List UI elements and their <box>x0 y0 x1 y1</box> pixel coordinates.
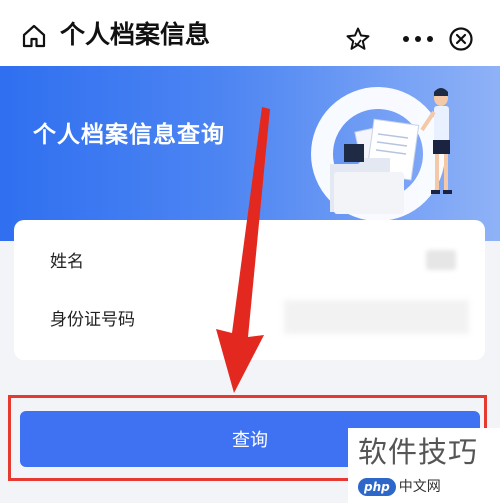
more-icon <box>403 36 433 42</box>
watermark-logo: php 中文网 <box>358 478 441 496</box>
watermark-site: 中文网 <box>398 479 441 495</box>
close-icon <box>449 27 473 51</box>
archive-illustration <box>311 87 452 221</box>
app-root: 个人档案信息 个人档案信息查询 姓名 身份证号码 查询 软件技巧 php 中文网 <box>0 0 500 503</box>
star-icon <box>346 27 370 50</box>
id-label: 身份证号码 <box>50 310 135 330</box>
name-redaction <box>426 250 456 270</box>
hero-banner: 个人档案信息查询 <box>0 66 500 241</box>
form-card: 姓名 身份证号码 <box>14 220 485 360</box>
name-label: 姓名 <box>50 252 84 272</box>
id-redaction <box>284 300 469 334</box>
page-title: 个人档案信息 <box>60 20 211 49</box>
more-button[interactable] <box>398 24 438 54</box>
watermark-text: 软件技巧 <box>358 435 479 469</box>
close-button[interactable] <box>446 24 476 54</box>
home-button[interactable] <box>20 22 48 50</box>
php-logo-icon: php <box>358 478 396 496</box>
top-nav-bar: 个人档案信息 <box>0 0 500 72</box>
watermark: 软件技巧 php 中文网 <box>348 428 500 503</box>
home-icon <box>22 24 46 48</box>
banner-title: 个人档案信息查询 <box>33 122 225 148</box>
favorite-button[interactable] <box>343 24 373 54</box>
